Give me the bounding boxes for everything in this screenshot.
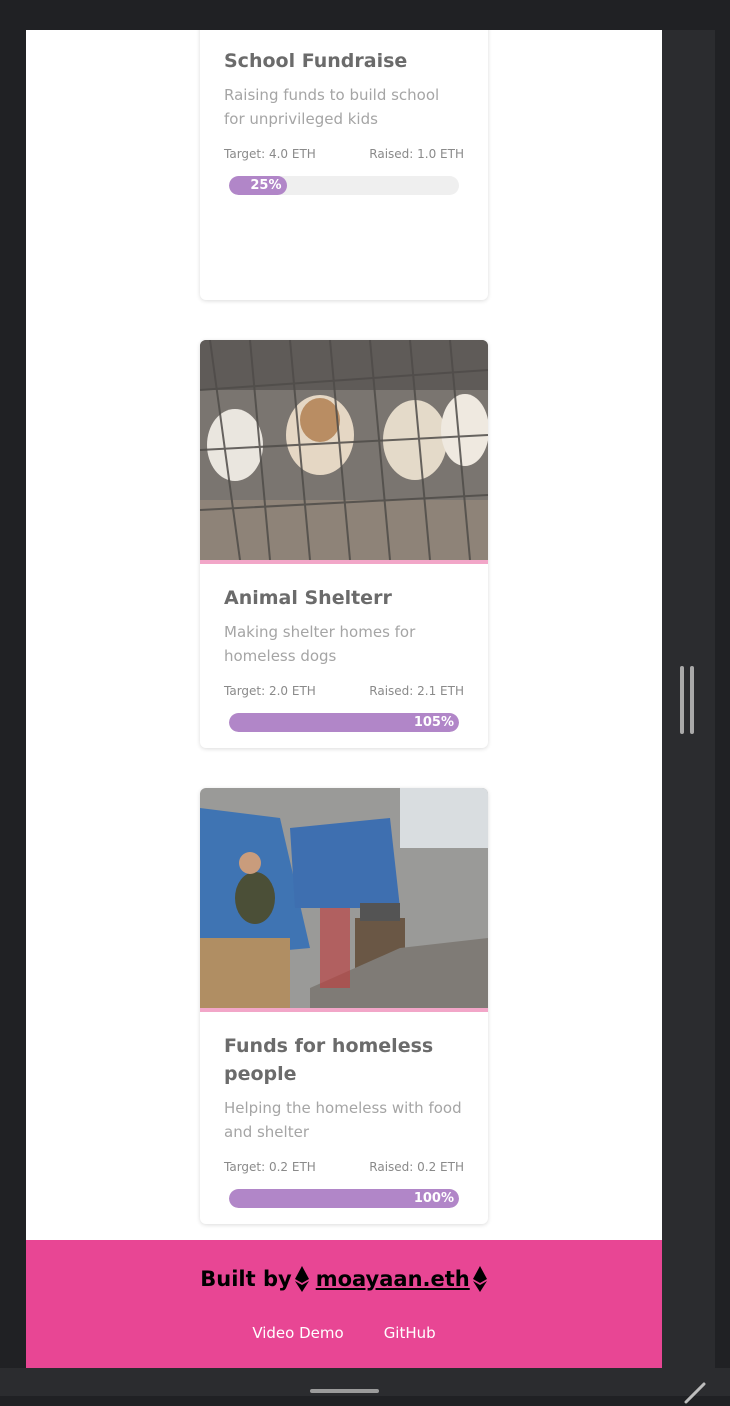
resize-grip-icon[interactable] bbox=[682, 1380, 708, 1406]
campaign-description: Making shelter homes for homeless dogs bbox=[224, 623, 416, 665]
progress-label: 25% bbox=[250, 178, 282, 193]
browser-top-bar bbox=[0, 0, 730, 30]
side-rail bbox=[662, 30, 715, 1368]
progress-fill: 25% bbox=[229, 176, 287, 195]
campaign-target: Target: 0.2 ETH bbox=[224, 1160, 316, 1174]
home-indicator[interactable] bbox=[310, 1389, 379, 1393]
campaign-card[interactable]: Funds for homeless people Helping the ho… bbox=[200, 788, 488, 1224]
footer: Built by moayaan.eth Video Demo GitHub bbox=[26, 1240, 662, 1368]
author-link[interactable]: moayaan.eth bbox=[316, 1267, 470, 1291]
bottom-bar bbox=[0, 1368, 730, 1404]
progress-bar: 100% bbox=[229, 1189, 459, 1208]
campaign-card[interactable]: Animal Shelterr Making shelter homes for… bbox=[200, 340, 488, 748]
campaign-target: Target: 2.0 ETH bbox=[224, 684, 316, 698]
progress-fill: 105% bbox=[229, 713, 459, 732]
campaign-target: Target: 4.0 ETH bbox=[224, 147, 316, 161]
campaign-description: Helping the homeless with food and shelt… bbox=[224, 1099, 462, 1141]
ethereum-icon bbox=[294, 1266, 309, 1292]
ethereum-icon bbox=[472, 1266, 487, 1292]
image-stripe bbox=[200, 560, 488, 564]
image-stripe bbox=[200, 1008, 488, 1012]
progress-label: 100% bbox=[413, 1191, 454, 1206]
page-viewport: School Fundraise Raising funds to build … bbox=[26, 30, 662, 1240]
progress-fill: 100% bbox=[229, 1189, 459, 1208]
progress-bar: 25% bbox=[229, 176, 459, 195]
video-demo-link[interactable]: Video Demo bbox=[252, 1324, 343, 1342]
campaign-description: Raising funds to build school for unpriv… bbox=[224, 86, 440, 128]
campaign-image bbox=[200, 340, 488, 560]
campaign-raised: Raised: 1.0 ETH bbox=[369, 147, 464, 161]
campaign-card[interactable]: School Fundraise Raising funds to build … bbox=[200, 30, 488, 300]
rail-handle[interactable] bbox=[690, 666, 694, 734]
campaign-title: Funds for homeless people bbox=[224, 1035, 434, 1085]
campaign-title: Animal Shelterr bbox=[224, 587, 392, 609]
github-link[interactable]: GitHub bbox=[384, 1324, 436, 1342]
campaign-title: School Fundraise bbox=[224, 50, 408, 72]
rail-handle[interactable] bbox=[680, 666, 684, 734]
progress-bar: 105% bbox=[229, 713, 459, 732]
campaign-raised: Raised: 0.2 ETH bbox=[369, 1160, 464, 1174]
built-by-line: Built by moayaan.eth bbox=[26, 1265, 662, 1293]
progress-label: 105% bbox=[413, 715, 454, 730]
built-by-label: Built by bbox=[200, 1267, 292, 1291]
campaign-raised: Raised: 2.1 ETH bbox=[369, 684, 464, 698]
campaign-image bbox=[200, 788, 488, 1008]
